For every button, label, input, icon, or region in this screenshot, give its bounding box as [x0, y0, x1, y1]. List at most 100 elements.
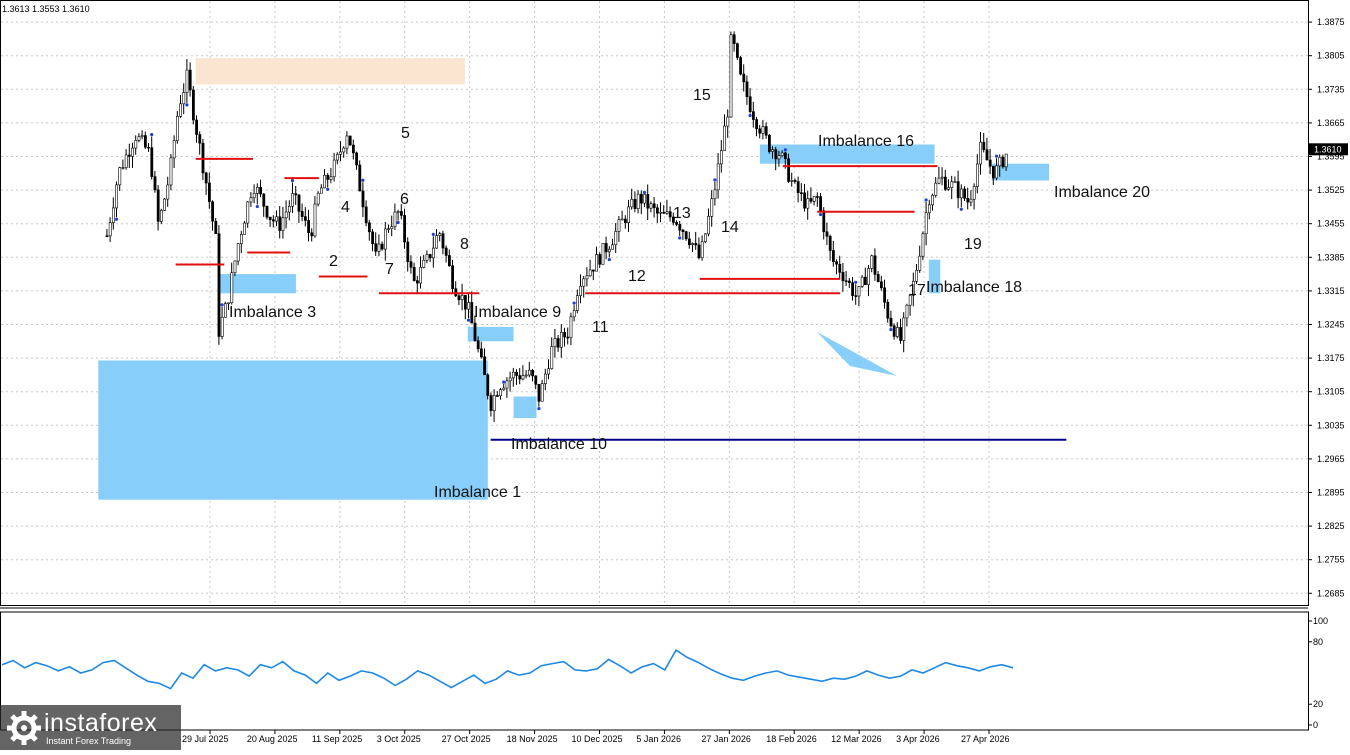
chart-label-n2: 2: [329, 253, 338, 270]
candle: [729, 31, 733, 118]
candle-body: [611, 244, 614, 250]
candle-body: [287, 205, 291, 213]
candle-body: [617, 219, 621, 232]
candle-body: [204, 172, 208, 184]
candle-body: [975, 163, 979, 187]
candle-body: [367, 222, 371, 233]
candle-body: [607, 248, 611, 253]
candle-body: [444, 247, 448, 256]
candle-body: [591, 269, 595, 272]
chart-canvas: Imbalance 1 Imbalance 3 Imbalance 9 Imbalan…: [0, 0, 1348, 744]
candle-body: [131, 147, 134, 157]
candle-body: [732, 34, 736, 44]
candle-body: [883, 287, 886, 303]
candle-body: [159, 210, 163, 222]
candle-body: [281, 217, 285, 231]
candle-body: [819, 196, 822, 211]
chart-label-n4: 4: [341, 199, 350, 216]
candle-body: [108, 222, 112, 237]
candle-body: [348, 135, 352, 146]
candle-body: [956, 181, 960, 199]
candle-body: [950, 181, 954, 188]
time-tick-label: 3 Apr 2026: [896, 734, 940, 744]
candle-body: [796, 181, 800, 193]
candle-body: [921, 233, 925, 257]
candle-body: [249, 197, 253, 203]
watermark: instaforex Instant Forex Trading: [0, 705, 181, 750]
candle-body: [867, 268, 870, 285]
candle-body: [393, 211, 397, 227]
candle-body: [937, 177, 941, 184]
candle-body: [585, 275, 589, 280]
candle-body: [825, 231, 829, 237]
candle-body: [483, 356, 486, 376]
candle-body: [604, 243, 608, 253]
candle-body: [745, 81, 749, 98]
candle-body: [499, 389, 502, 397]
candle: [739, 55, 742, 76]
candle-body: [217, 233, 221, 337]
candle-body: [342, 147, 346, 153]
candle-body: [435, 235, 438, 249]
candle-body: [659, 211, 662, 214]
candle-body: [895, 327, 899, 337]
candle-body: [943, 176, 947, 190]
candle-body: [822, 210, 826, 233]
candle-body: [447, 255, 451, 267]
candle-body: [854, 295, 858, 297]
candle-body: [643, 194, 646, 204]
fractal-marker: [396, 220, 400, 225]
candle-body: [156, 189, 160, 222]
candle-body: [294, 193, 298, 196]
chart-label-imb1: Imbalance 1: [434, 484, 521, 501]
price-tick-label: 1.3245: [1317, 320, 1345, 330]
candle-body: [847, 280, 851, 284]
candle-body: [697, 244, 701, 259]
candle-body: [579, 285, 582, 297]
candle-body: [521, 375, 525, 380]
candle-body: [428, 254, 432, 259]
candle-body: [291, 193, 294, 207]
chart-label-n11: 11: [592, 319, 609, 336]
chart-label-imb10: Imbalance 10: [511, 436, 607, 453]
candle-body: [511, 371, 515, 379]
candle-body: [230, 272, 234, 304]
candle-body: [982, 141, 986, 150]
price-tick-label: 1.3315: [1317, 286, 1345, 296]
fractal-marker: [114, 217, 119, 221]
candle-body: [694, 243, 698, 246]
candle-body: [179, 103, 182, 117]
time-tick-label: 27 Oct 2025: [442, 734, 491, 744]
candle-body: [739, 57, 742, 75]
fractal-marker: [818, 212, 823, 217]
price-tick-label: 1.3035: [1317, 420, 1345, 430]
candle-body: [844, 280, 848, 283]
candle-body: [905, 304, 909, 319]
candle-body: [300, 211, 304, 217]
candle-body: [831, 250, 835, 262]
candle-body: [751, 111, 755, 120]
candle-body: [502, 387, 506, 390]
candle-body: [515, 371, 518, 376]
candle-body: [783, 152, 787, 160]
candle-body: [771, 149, 774, 152]
candle-body: [105, 235, 109, 237]
candle-body: [764, 126, 768, 136]
candle-body: [153, 176, 157, 191]
candle-body: [470, 302, 474, 324]
candle-body: [892, 325, 896, 337]
price-tick-label: 1.3525: [1317, 185, 1345, 195]
candle-body: [460, 295, 464, 301]
candle-body: [758, 128, 762, 134]
chart-label-imb20: Imbalance 20: [1054, 184, 1150, 201]
candle-body: [630, 199, 634, 208]
time-tick-label: 12 Mar 2026: [831, 734, 882, 744]
indicator-panel: [0, 611, 1309, 731]
candle-body: [540, 383, 544, 402]
candle-body: [662, 211, 666, 214]
candle-body: [463, 295, 467, 310]
candle-body: [979, 141, 982, 165]
fractal-marker: [678, 236, 682, 240]
candle-body: [652, 203, 656, 209]
candle-body: [886, 301, 890, 319]
